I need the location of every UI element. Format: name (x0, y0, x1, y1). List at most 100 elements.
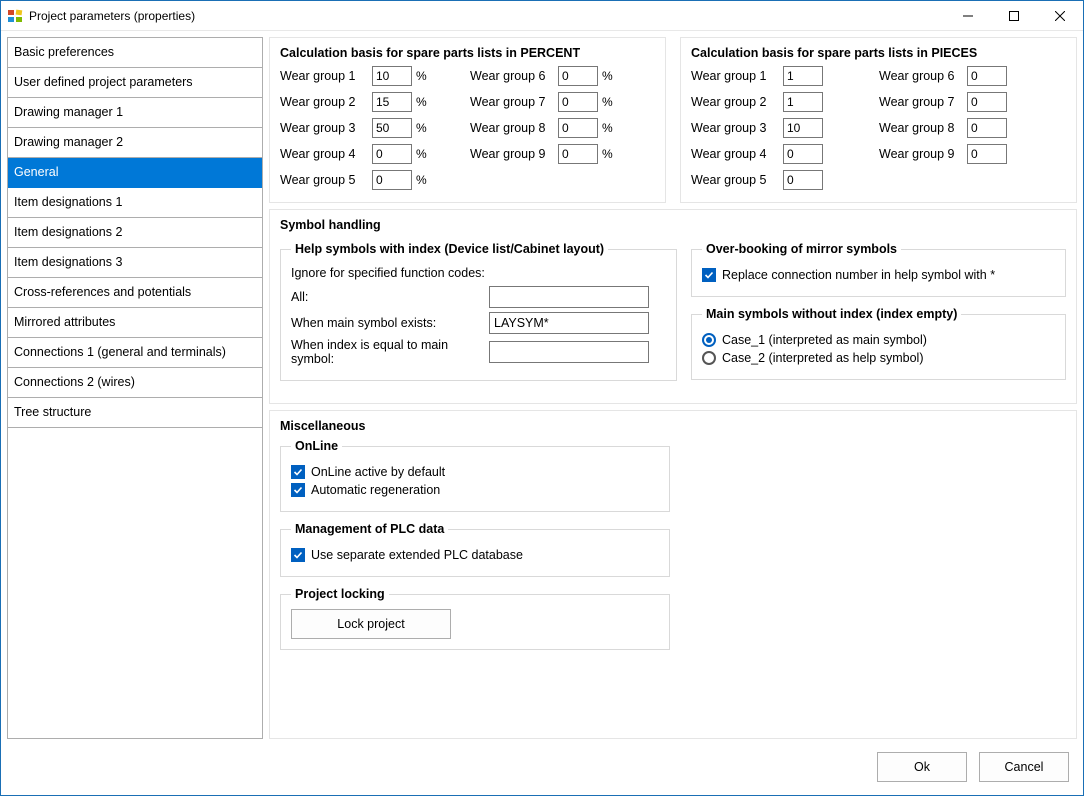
wear-input[interactable] (558, 118, 598, 138)
wear-pieces-grid: Wear group 1Wear group 6Wear group 2Wear… (691, 66, 1066, 190)
auto-regen-label: Automatic regeneration (311, 483, 440, 497)
wear-input[interactable] (783, 118, 823, 138)
wear-input[interactable] (372, 118, 412, 138)
percent-unit: % (602, 147, 618, 161)
body: Basic preferencesUser defined project pa… (1, 31, 1083, 739)
replace-label: Replace connection number in help symbol… (722, 268, 995, 282)
percent-unit: % (416, 173, 432, 187)
wear-input[interactable] (372, 66, 412, 86)
symbol-handling-title: Symbol handling (280, 218, 1066, 232)
symbol-handling-row: Help symbols with index (Device list/Cab… (280, 238, 1066, 391)
checkbox-icon (291, 465, 305, 479)
sidebar-item[interactable]: Cross-references and potentials (8, 278, 262, 308)
sidebar-item[interactable]: Drawing manager 2 (8, 128, 262, 158)
misc-panel: Miscellaneous OnLine OnLine active by de… (269, 410, 1077, 739)
sidebar-item[interactable]: Mirrored attributes (8, 308, 262, 338)
sidebar-item[interactable]: Item designations 2 (8, 218, 262, 248)
plc-group: Management of PLC data Use separate exte… (280, 522, 670, 577)
maximize-button[interactable] (991, 1, 1037, 30)
calc-percent-title: Calculation basis for spare parts lists … (280, 46, 655, 60)
wear-label: Wear group 6 (879, 69, 963, 83)
calc-percent-panel: Calculation basis for spare parts lists … (269, 37, 666, 203)
window-title: Project parameters (properties) (29, 9, 945, 23)
case2-radio[interactable]: Case_2 (interpreted as help symbol) (702, 351, 1055, 365)
wear-input[interactable] (967, 92, 1007, 112)
wear-input[interactable] (783, 170, 823, 190)
percent-unit: % (416, 147, 432, 161)
maximize-icon (1009, 11, 1019, 21)
sidebar-item[interactable]: User defined project parameters (8, 68, 262, 98)
checkbox-icon (702, 268, 716, 282)
overbooking-group: Over-booking of mirror symbols Replace c… (691, 242, 1066, 297)
ok-button[interactable]: Ok (877, 752, 967, 782)
sidebar-item[interactable]: Basic preferences (8, 38, 262, 68)
wear-input[interactable] (558, 66, 598, 86)
wear-input[interactable] (783, 92, 823, 112)
main-exists-input[interactable] (489, 312, 649, 334)
sidebar-item[interactable]: Tree structure (8, 398, 262, 428)
index-equal-label: When index is equal to main symbol: (291, 338, 481, 366)
sidebar-item[interactable]: General (8, 158, 262, 188)
help-symbols-group: Help symbols with index (Device list/Cab… (280, 242, 677, 381)
app-icon (7, 8, 23, 24)
wear-label: Wear group 3 (280, 121, 368, 135)
case2-label: Case_2 (interpreted as help symbol) (722, 351, 924, 365)
case1-radio[interactable]: Case_1 (interpreted as main symbol) (702, 333, 1055, 347)
wear-label: Wear group 2 (280, 95, 368, 109)
wear-input[interactable] (967, 144, 1007, 164)
online-group: OnLine OnLine active by default Automati… (280, 439, 670, 512)
wear-label: Wear group 8 (879, 121, 963, 135)
project-locking-group: Project locking Lock project (280, 587, 670, 650)
wear-label: Wear group 4 (280, 147, 368, 161)
sidebar-item[interactable]: Connections 1 (general and terminals) (8, 338, 262, 368)
online-title: OnLine (291, 439, 342, 453)
project-locking-title: Project locking (291, 587, 389, 601)
percent-unit: % (416, 95, 432, 109)
footer: Ok Cancel (1, 739, 1083, 795)
wear-input[interactable] (372, 170, 412, 190)
wear-label: Wear group 6 (470, 69, 554, 83)
wear-input[interactable] (372, 92, 412, 112)
all-label: All: (291, 290, 481, 304)
minimize-icon (963, 11, 973, 21)
symbol-handling-panel: Symbol handling Help symbols with index … (269, 209, 1077, 404)
wear-input[interactable] (558, 144, 598, 164)
wear-input[interactable] (967, 66, 1007, 86)
index-equal-input[interactable] (489, 341, 649, 363)
sidebar-item[interactable]: Connections 2 (wires) (8, 368, 262, 398)
wear-label: Wear group 3 (691, 121, 779, 135)
wear-input[interactable] (967, 118, 1007, 138)
wear-label: Wear group 9 (470, 147, 554, 161)
checkbox-icon (291, 483, 305, 497)
minimize-button[interactable] (945, 1, 991, 30)
wear-label: Wear group 7 (470, 95, 554, 109)
wear-label: Wear group 8 (470, 121, 554, 135)
wear-input[interactable] (372, 144, 412, 164)
wear-input[interactable] (783, 144, 823, 164)
percent-unit: % (602, 121, 618, 135)
online-active-checkbox[interactable]: OnLine active by default (291, 465, 659, 479)
wear-label: Wear group 5 (280, 173, 368, 187)
close-button[interactable] (1037, 1, 1083, 30)
wear-input[interactable] (783, 66, 823, 86)
sidebar-item[interactable]: Drawing manager 1 (8, 98, 262, 128)
wear-label: Wear group 7 (879, 95, 963, 109)
wear-input[interactable] (558, 92, 598, 112)
all-input[interactable] (489, 286, 649, 308)
window: Project parameters (properties) Basic pr… (0, 0, 1084, 796)
case1-label: Case_1 (interpreted as main symbol) (722, 333, 927, 347)
misc-title: Miscellaneous (280, 419, 1066, 433)
sidebar-item[interactable]: Item designations 1 (8, 188, 262, 218)
sidebar-item[interactable]: Item designations 3 (8, 248, 262, 278)
auto-regen-checkbox[interactable]: Automatic regeneration (291, 483, 659, 497)
replace-checkbox-row[interactable]: Replace connection number in help symbol… (702, 268, 1055, 282)
sidebar: Basic preferencesUser defined project pa… (7, 37, 263, 739)
help-symbols-title: Help symbols with index (Device list/Cab… (291, 242, 608, 256)
main-no-index-title: Main symbols without index (index empty) (702, 307, 961, 321)
use-sep-plc-checkbox[interactable]: Use separate extended PLC database (291, 548, 659, 562)
online-active-label: OnLine active by default (311, 465, 445, 479)
cancel-button[interactable]: Cancel (979, 752, 1069, 782)
lock-project-button[interactable]: Lock project (291, 609, 451, 639)
percent-unit: % (416, 121, 432, 135)
window-controls (945, 1, 1083, 30)
